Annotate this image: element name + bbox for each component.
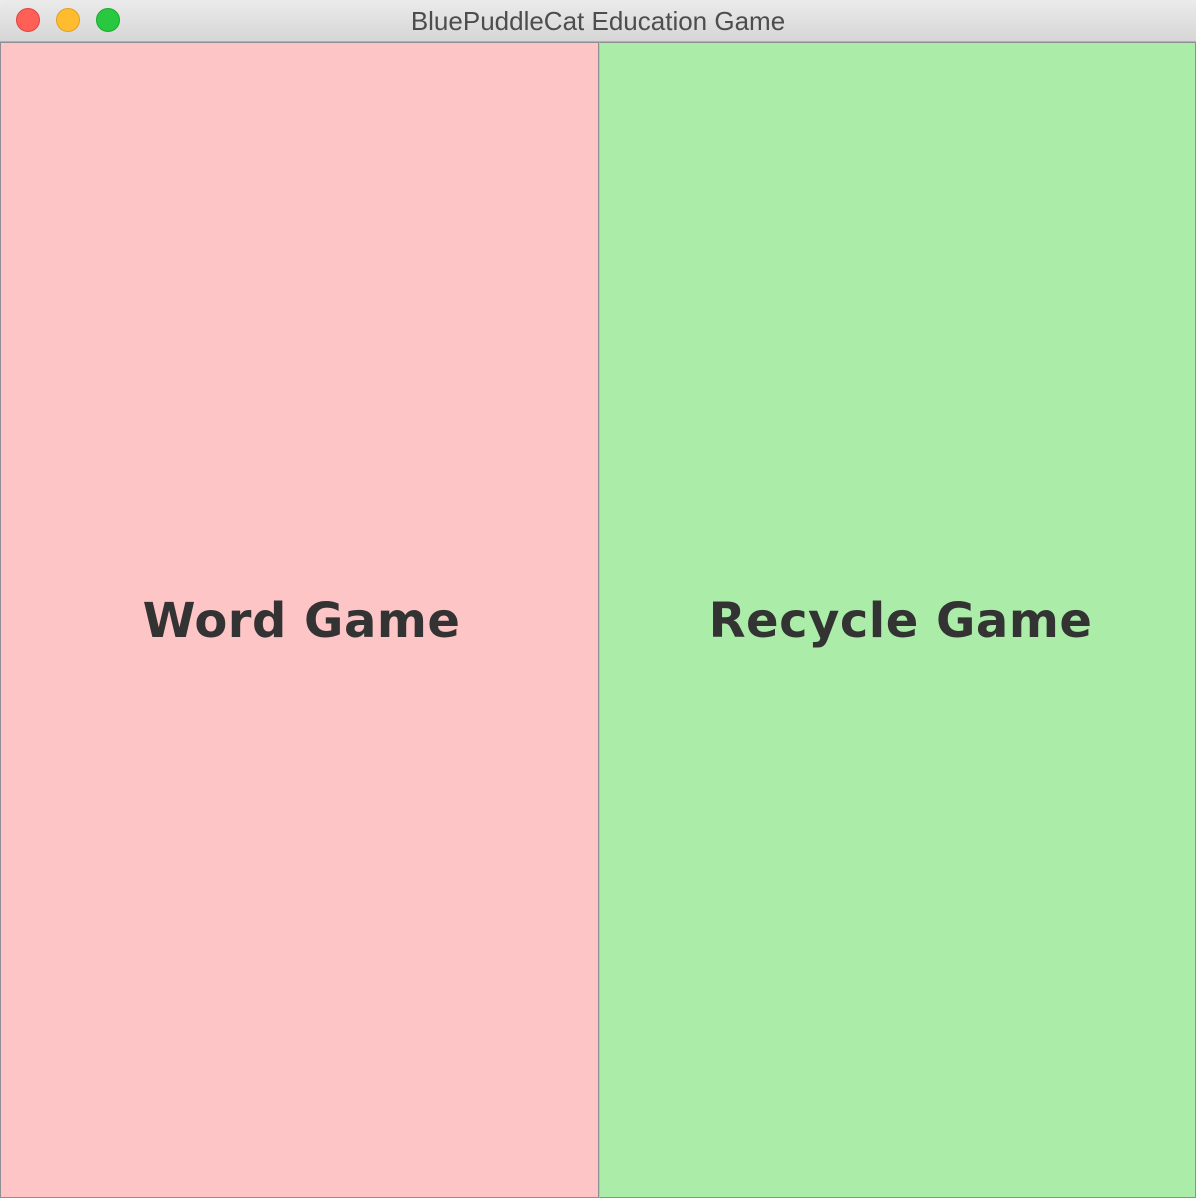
game-selection-area: Word Game Recycle Game (0, 42, 1196, 1198)
window-title: BluePuddleCat Education Game (410, 6, 786, 36)
minimize-window-button[interactable] (56, 8, 80, 32)
recycle-game-label: Recycle Game (708, 593, 1093, 649)
word-game-button[interactable]: Word Game (0, 42, 599, 1198)
app-window: BluePuddleCat Education Game Word Game R… (0, 0, 1196, 1198)
title-bar[interactable]: BluePuddleCat Education Game (0, 0, 1196, 42)
recycle-game-button[interactable]: Recycle Game (599, 42, 1196, 1198)
close-window-button[interactable] (16, 8, 40, 32)
zoom-window-button[interactable] (96, 8, 120, 32)
word-game-label: Word Game (142, 593, 461, 649)
